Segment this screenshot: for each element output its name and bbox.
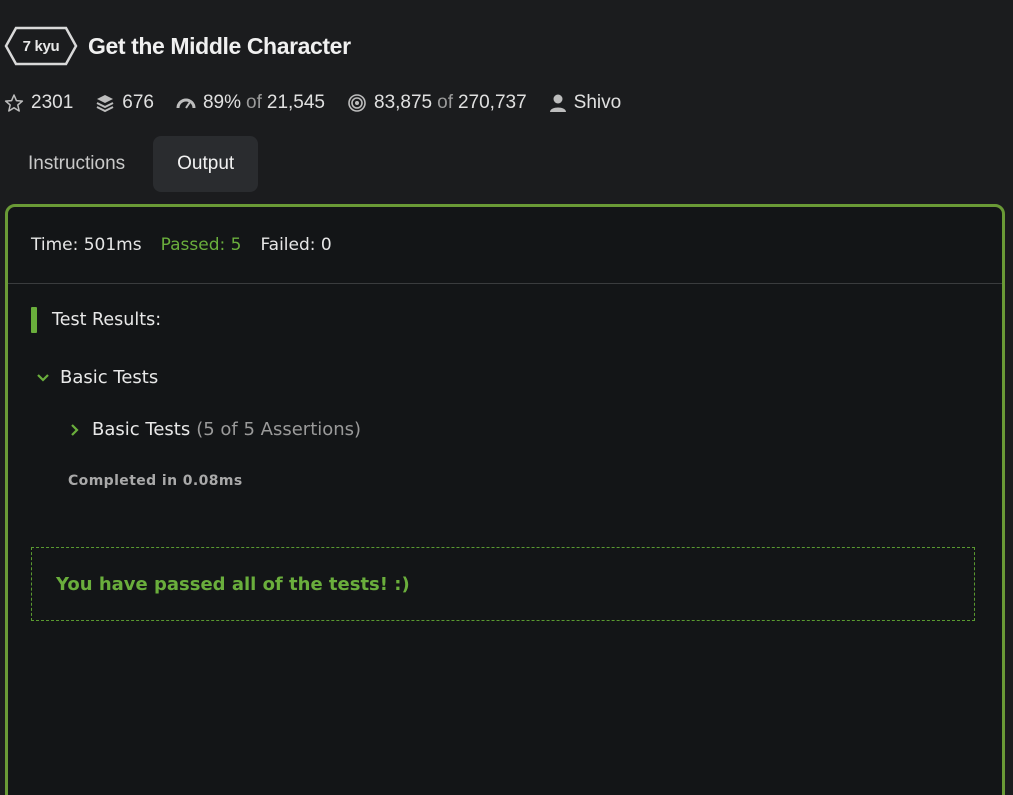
attempts-count: 270,737 bbox=[457, 92, 527, 113]
collections-stat[interactable]: 676 bbox=[95, 92, 154, 114]
tab-instructions[interactable]: Instructions bbox=[0, 136, 149, 192]
test-results-label: Test Results: bbox=[52, 310, 162, 330]
author-name: Shivo bbox=[573, 92, 622, 113]
success-message: You have passed all of the tests! :) bbox=[56, 573, 410, 595]
chevron-right-icon bbox=[68, 423, 82, 437]
stars-count: 2301 bbox=[31, 92, 74, 113]
time-label: Time: 501ms bbox=[31, 235, 142, 255]
kata-header: 7 kyu Get the Middle Character bbox=[0, 22, 351, 70]
star-outline-icon bbox=[4, 93, 24, 113]
gauge-icon bbox=[176, 93, 196, 113]
satisfaction-of-label: of bbox=[246, 92, 262, 113]
completed-of-label: of bbox=[437, 92, 453, 113]
rank-label: 7 kyu bbox=[22, 37, 60, 55]
failed-label: Failed: 0 bbox=[260, 235, 332, 255]
completed-count: 83,875 bbox=[374, 92, 433, 113]
assertions-count: (5 of 5 Assertions) bbox=[196, 419, 362, 440]
collections-count: 676 bbox=[122, 92, 154, 113]
satisfaction-percent: 89% bbox=[202, 92, 242, 113]
kata-tabs: Instructions Output bbox=[0, 136, 262, 192]
user-icon bbox=[549, 93, 567, 113]
test-group-label: Basic Tests bbox=[60, 367, 159, 388]
kata-title[interactable]: Get the Middle Character bbox=[88, 33, 351, 60]
layers-icon bbox=[95, 93, 115, 113]
satisfaction-stat: 89% of 21,545 bbox=[176, 92, 325, 114]
chevron-down-icon bbox=[36, 371, 50, 385]
kata-page: 7 kyu Get the Middle Character 2301 676 bbox=[0, 0, 1013, 795]
author-stat[interactable]: Shivo bbox=[549, 92, 622, 114]
stars-stat[interactable]: 2301 bbox=[4, 92, 73, 114]
results-accent-bar bbox=[31, 307, 37, 333]
completed-time: Completed in 0.08ms bbox=[68, 473, 243, 489]
satisfaction-votes: 21,545 bbox=[266, 92, 325, 113]
output-panel: Time: 501ms Passed: 5 Failed: 0 Test Res… bbox=[5, 204, 1005, 795]
test-subgroup-label: Basic Tests bbox=[92, 419, 191, 440]
completed-stat: 83,875 of 270,737 bbox=[347, 92, 527, 114]
test-group-basic[interactable]: Basic Tests bbox=[36, 367, 158, 388]
tab-output[interactable]: Output bbox=[153, 136, 259, 192]
test-results-heading: Test Results: bbox=[31, 307, 161, 333]
test-subgroup-basic[interactable]: Basic Tests (5 of 5 Assertions) bbox=[68, 419, 361, 440]
success-message-box: You have passed all of the tests! :) bbox=[31, 547, 975, 621]
passed-label: Passed: 5 bbox=[160, 235, 242, 255]
rank-badge: 7 kyu bbox=[4, 26, 78, 66]
output-summary: Time: 501ms Passed: 5 Failed: 0 bbox=[8, 207, 1002, 284]
target-icon bbox=[347, 93, 367, 113]
kata-stats: 2301 676 89% of 21,545 83,875 of 270,737… bbox=[0, 88, 643, 118]
